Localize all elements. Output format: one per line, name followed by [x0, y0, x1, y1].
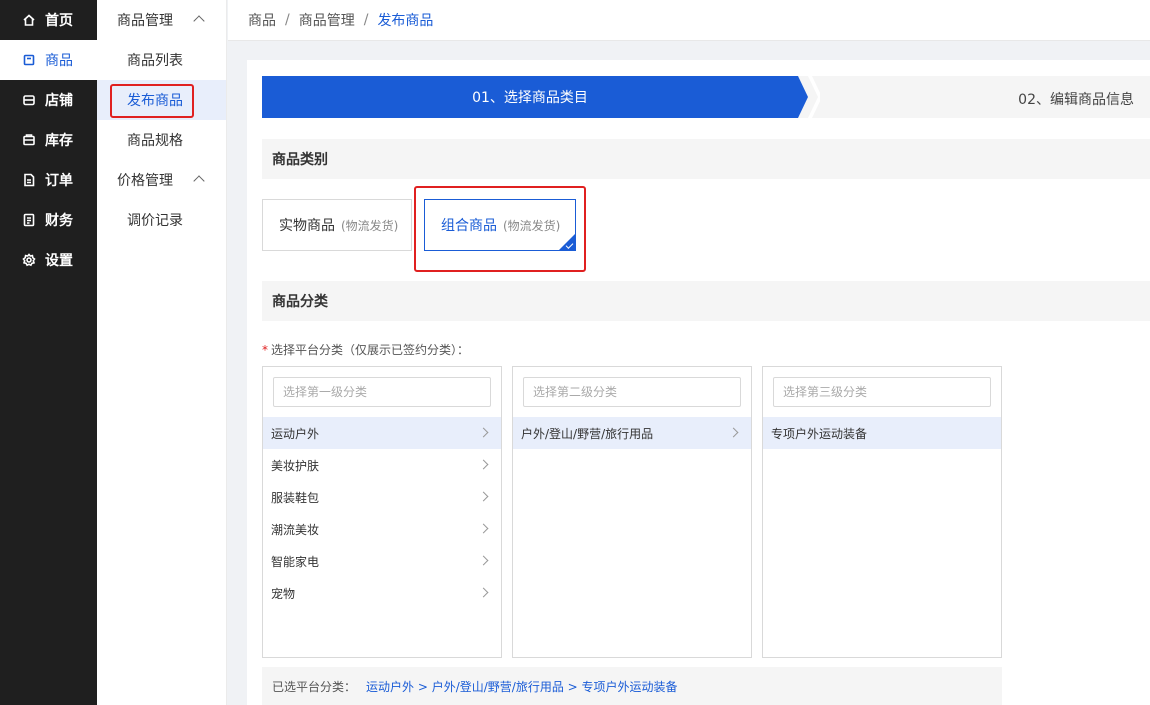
- list-item-label: 潮流美妆: [271, 522, 320, 537]
- breadcrumb-item[interactable]: 商品管理: [299, 10, 355, 30]
- sub-menu: 商品管理 商品列表 发布商品 商品规格 价格管理 调价记录: [97, 0, 227, 705]
- section-title: 商品类别: [272, 152, 328, 168]
- category-3-search-input[interactable]: [773, 377, 991, 407]
- section-title: 商品分类: [272, 294, 328, 310]
- chevron-up-icon: [193, 15, 205, 27]
- section-category: 商品分类: [262, 281, 1150, 321]
- type-option-combo[interactable]: 组合商品 (物流发货): [424, 199, 576, 251]
- store-icon: [22, 93, 36, 107]
- list-item[interactable]: 户外/登山/野营/旅行用品: [513, 417, 751, 449]
- finance-icon: [22, 213, 36, 227]
- list-item[interactable]: 美妆护肤: [263, 449, 501, 481]
- step-1: 01、选择商品类目: [262, 76, 808, 118]
- publish-product-card: 02、编辑商品信息 01、选择商品类目 商品类别 实物商品 (物流发货) 组合商…: [247, 60, 1150, 705]
- breadcrumb-separator: /: [285, 12, 290, 28]
- category-column-2: 户外/登山/野营/旅行用品: [512, 366, 752, 658]
- category-column-3: 专项户外运动装备: [762, 366, 1002, 658]
- list-item-label: 宠物: [271, 586, 296, 601]
- type-option-note: (物流发货): [341, 218, 399, 233]
- list-item[interactable]: 智能家电: [263, 545, 501, 577]
- nav-item-label: 设置: [45, 253, 73, 269]
- product-icon: [22, 53, 36, 67]
- breadcrumb-item[interactable]: 商品: [248, 10, 276, 30]
- type-option-label: 组合商品: [441, 218, 497, 234]
- breadcrumb-current: 发布商品: [377, 13, 434, 29]
- order-icon: [22, 173, 36, 187]
- nav-item-label: 财务: [45, 213, 73, 229]
- nav-item-finance[interactable]: 财务: [0, 200, 97, 240]
- nav-item-inventory[interactable]: 库存: [0, 120, 97, 160]
- step-1-label: 01、选择商品类目: [472, 90, 588, 106]
- nav-item-product[interactable]: 商品: [0, 40, 97, 80]
- step-2-label: 02、编辑商品信息: [1018, 92, 1134, 108]
- list-item-label: 运动户外: [271, 426, 320, 441]
- type-option-physical[interactable]: 实物商品 (物流发货): [262, 199, 412, 251]
- category-column-1: 运动户外 美妆护肤 服装鞋包 潮流美妆 智能家电 宠物: [262, 366, 502, 658]
- category-2-list: 户外/登山/野营/旅行用品: [513, 417, 751, 449]
- nav-item-order[interactable]: 订单: [0, 160, 97, 200]
- submenu-item-label: 商品列表: [127, 53, 183, 69]
- list-item-label: 户外/登山/野营/旅行用品: [521, 426, 654, 441]
- list-item-label: 美妆护肤: [271, 458, 320, 473]
- category-2-search-input[interactable]: [523, 377, 741, 407]
- type-option-label: 实物商品: [279, 218, 335, 234]
- nav-item-label: 首页: [45, 13, 73, 29]
- section-product-type: 商品类别: [262, 139, 1150, 179]
- chevron-right-icon: [478, 555, 489, 566]
- category-3-list: 专项户外运动装备: [763, 417, 1001, 449]
- nav-item-settings[interactable]: 设置: [0, 240, 97, 280]
- category-required-label: * 选择平台分类（仅展示已签约分类）：: [262, 341, 469, 358]
- nav-item-label: 店铺: [45, 93, 73, 109]
- breadcrumb: 商品 / 商品管理 / 发布商品: [228, 0, 1150, 41]
- nav-item-label: 商品: [45, 53, 73, 69]
- required-mark: *: [262, 343, 268, 357]
- selected-category-label: 已选平台分类：: [272, 679, 357, 694]
- submenu-item-publish-product[interactable]: 发布商品: [97, 80, 226, 120]
- submenu-item-label: 商品规格: [127, 133, 183, 149]
- list-item[interactable]: 宠物: [263, 577, 501, 609]
- step-indicator: 02、编辑商品信息 01、选择商品类目: [262, 76, 1150, 118]
- settings-icon: [22, 253, 36, 267]
- list-item[interactable]: 运动户外: [263, 417, 501, 449]
- list-item-label: 专项户外运动装备: [771, 426, 868, 441]
- type-option-note: (物流发货): [503, 218, 561, 233]
- list-item[interactable]: 专项户外运动装备: [763, 417, 1001, 449]
- selected-category-path: 运动户外 > 户外/登山/野营/旅行用品 > 专项户外运动装备: [366, 679, 678, 694]
- submenu-item-product-spec[interactable]: 商品规格: [97, 120, 226, 160]
- chevron-right-icon: [478, 523, 489, 534]
- breadcrumb-separator: /: [363, 12, 369, 28]
- category-1-list: 运动户外 美妆护肤 服装鞋包 潮流美妆 智能家电 宠物: [263, 417, 501, 609]
- nav-item-store[interactable]: 店铺: [0, 80, 97, 120]
- chevron-right-icon: [478, 587, 489, 598]
- chevron-right-icon: [478, 427, 489, 438]
- inventory-icon: [22, 133, 36, 147]
- submenu-group-label: 价格管理: [117, 173, 173, 189]
- submenu-group-product-management[interactable]: 商品管理: [97, 0, 226, 40]
- nav-item-label: 订单: [45, 173, 73, 189]
- chevron-right-icon: [478, 491, 489, 502]
- chevron-right-icon: [728, 427, 739, 438]
- list-item[interactable]: 服装鞋包: [263, 481, 501, 513]
- selected-category-bar: 已选平台分类： 运动户外 > 户外/登山/野营/旅行用品 > 专项户外运动装备: [262, 667, 1002, 705]
- list-item-label: 智能家电: [271, 554, 320, 569]
- chevron-up-icon: [193, 175, 205, 187]
- submenu-group-price-management[interactable]: 价格管理: [97, 160, 226, 200]
- submenu-item-label: 调价记录: [127, 213, 183, 229]
- submenu-item-price-log[interactable]: 调价记录: [97, 200, 226, 240]
- chevron-right-icon: [478, 459, 489, 470]
- list-item[interactable]: 潮流美妆: [263, 513, 501, 545]
- nav-item-label: 库存: [45, 133, 73, 149]
- home-icon: [22, 13, 36, 27]
- highlight-box: [110, 84, 194, 118]
- submenu-group-label: 商品管理: [117, 13, 173, 29]
- main-nav: 首页 商品 店铺 库存 订单 财务 设置: [0, 0, 97, 705]
- submenu-item-product-list[interactable]: 商品列表: [97, 40, 226, 80]
- list-item-label: 服装鞋包: [271, 490, 320, 505]
- category-label-text: 选择平台分类（仅展示已签约分类）：: [271, 343, 470, 357]
- category-1-search-input[interactable]: [273, 377, 491, 407]
- nav-item-home[interactable]: 首页: [0, 0, 97, 40]
